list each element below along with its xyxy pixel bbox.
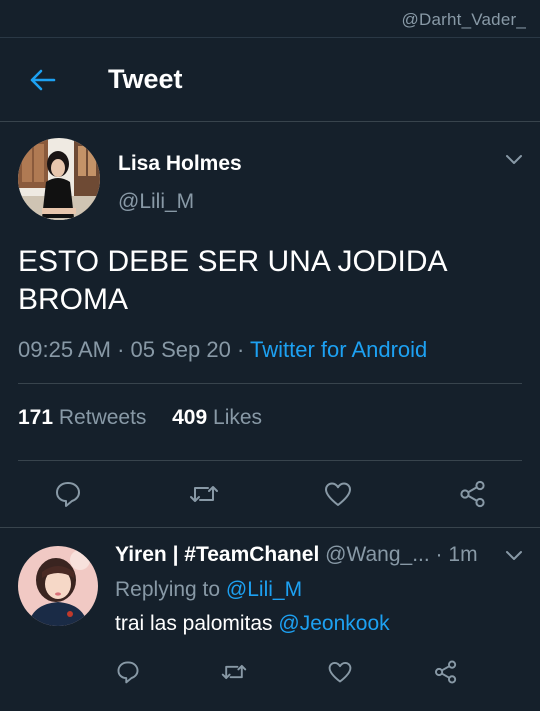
reply-dot: · xyxy=(429,543,449,566)
tweet-text: ESTO DEBE SER UNA JODIDA BROMA xyxy=(18,243,518,319)
tweet-stats: 171 Retweets 409 Likes xyxy=(18,406,262,430)
reply-header: Yiren | #TeamChanel @Wang_... · 1m xyxy=(115,543,495,567)
arrow-left-icon xyxy=(30,69,56,91)
meta-separator-2: · xyxy=(230,337,250,362)
tweet-meta: 09:25 AM · 05 Sep 20 · Twitter for Andro… xyxy=(18,337,427,363)
retweets-stat[interactable]: 171 Retweets xyxy=(18,406,146,429)
retweets-label: Retweets xyxy=(58,406,147,429)
tweet-text-line-2: BROMA xyxy=(18,283,129,316)
likes-label: Likes xyxy=(213,406,263,429)
heart-icon xyxy=(328,661,352,683)
watermark: @Darht_Vader_ xyxy=(401,10,526,29)
reply-author-name[interactable]: Yiren | #TeamChanel xyxy=(115,543,319,566)
share-icon xyxy=(460,480,485,508)
likes-count: 409 xyxy=(172,406,208,429)
replying-to-link[interactable]: @Lili_M xyxy=(226,578,302,601)
reply-author-handle[interactable]: @Wang_... xyxy=(325,543,430,566)
avatar-image xyxy=(18,138,100,220)
tweet-text-line-1: ESTO DEBE SER UNA JODIDA xyxy=(18,245,448,278)
reply-icon xyxy=(117,661,139,684)
tweet-actions xyxy=(0,474,540,514)
retweet-icon xyxy=(221,664,247,680)
page-title: Tweet xyxy=(108,64,183,94)
author-avatar[interactable] xyxy=(18,138,100,220)
meta-separator: · xyxy=(110,337,131,362)
watermark-bar: @Darht_Vader_ xyxy=(0,0,540,38)
chevron-down-icon xyxy=(506,155,522,164)
reply-retweet-button[interactable] xyxy=(220,658,248,686)
reply-options-button[interactable] xyxy=(504,548,524,564)
reply-reply-button[interactable] xyxy=(114,658,142,686)
reply-icon xyxy=(56,482,80,507)
app-header: Tweet xyxy=(0,38,540,122)
replying-to-label: Replying to xyxy=(115,578,221,601)
main-tweet: Lisa Holmes @Lili_M ESTO DEBE SER UNA JO… xyxy=(0,122,540,527)
like-button[interactable] xyxy=(322,478,354,510)
reply-mention-link[interactable]: @Jeonkook xyxy=(278,612,389,635)
tweet-time: 09:25 AM xyxy=(18,337,111,362)
retweet-button[interactable] xyxy=(188,478,220,510)
tweet-date: 05 Sep 20 xyxy=(130,337,231,362)
retweets-count: 171 xyxy=(18,406,54,429)
author-name[interactable]: Lisa Holmes xyxy=(118,152,242,176)
chevron-down-icon xyxy=(506,551,522,560)
reply-text-body: trai las palomitas xyxy=(115,612,273,635)
share-button[interactable] xyxy=(457,478,489,510)
tweet-source-link[interactable]: Twitter for Android xyxy=(250,337,427,362)
reply-text: trai las palomitas @Jeonkook xyxy=(115,612,390,636)
retweet-icon xyxy=(190,486,218,502)
divider xyxy=(18,460,522,461)
share-icon xyxy=(434,660,457,684)
heart-icon xyxy=(325,482,351,506)
replying-to: Replying to @Lili_M xyxy=(115,578,302,602)
reply-actions xyxy=(0,654,540,690)
reply-timestamp: 1m xyxy=(448,543,478,566)
avatar-image xyxy=(18,546,98,626)
author-handle[interactable]: @Lili_M xyxy=(118,190,194,214)
reply-author-avatar[interactable] xyxy=(18,546,98,626)
reply-button[interactable] xyxy=(52,478,84,510)
reply-share-button[interactable] xyxy=(432,658,460,686)
likes-stat[interactable]: 409 Likes xyxy=(172,406,262,429)
back-button[interactable] xyxy=(22,64,62,96)
reply-like-button[interactable] xyxy=(326,658,354,686)
tweet-options-button[interactable] xyxy=(504,152,524,168)
reply-tweet[interactable]: Yiren | #TeamChanel @Wang_... · 1m Reply… xyxy=(0,528,540,711)
divider xyxy=(18,383,522,384)
